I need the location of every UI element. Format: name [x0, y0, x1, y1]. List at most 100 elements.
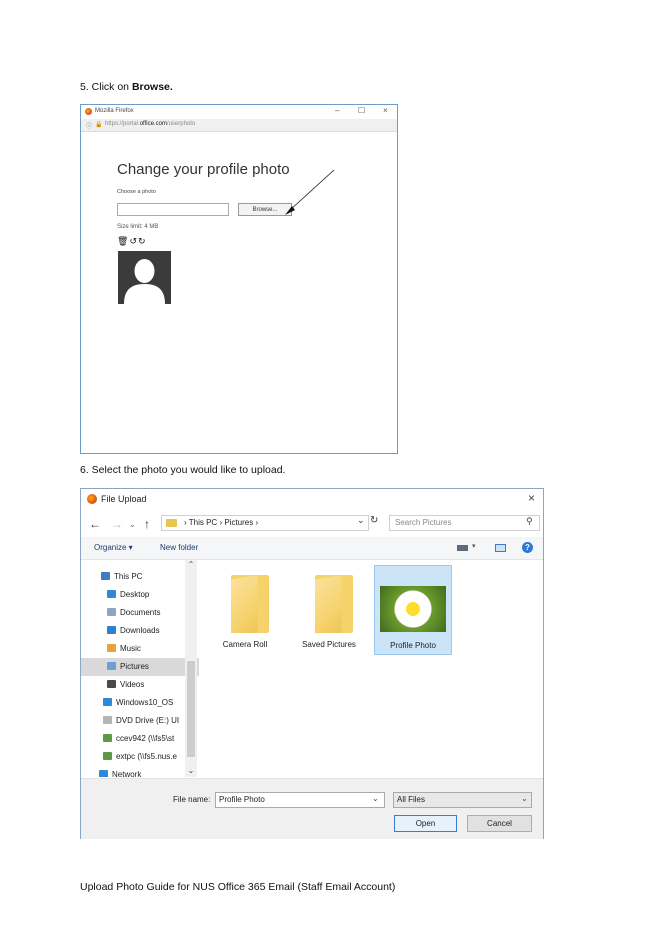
step-6-instruction: 6. Select the photo you would like to up… — [80, 464, 286, 476]
open-button[interactable]: Open — [394, 815, 457, 832]
network-drive-icon — [103, 752, 112, 760]
dvd-icon — [103, 716, 112, 724]
change-view-icon[interactable] — [457, 545, 468, 551]
tree-item-label: Desktop — [120, 590, 150, 599]
file-tile[interactable]: Saved Pictures — [290, 565, 368, 655]
tree-item[interactable]: Pictures — [81, 658, 199, 676]
pictures-icon — [107, 662, 116, 670]
drive-icon — [103, 698, 112, 706]
photo-thumbnail — [380, 586, 446, 632]
tree-item[interactable]: DVD Drive (E:) UI — [81, 712, 199, 730]
tree-item[interactable]: Videos — [81, 676, 199, 694]
folder-icon — [231, 575, 269, 633]
refresh-icon[interactable]: ↻ — [370, 515, 378, 526]
breadcrumb-this-pc[interactable]: This PC — [189, 518, 217, 527]
firefox-logo-icon — [87, 494, 97, 504]
photo-path-input[interactable] — [117, 203, 229, 216]
file-name-input[interactable]: Profile Photo — [215, 792, 385, 808]
organize-menu[interactable]: Organize ▾ — [94, 543, 133, 552]
dialog-title: File Upload — [101, 494, 147, 504]
tree-item-label: Windows10_OS — [116, 698, 174, 707]
computer-icon — [101, 572, 110, 580]
photo-tools[interactable]: 🗑↺↻ — [117, 236, 147, 247]
new-folder-button[interactable]: New folder — [160, 543, 198, 552]
view-dropdown-icon[interactable]: ▾ — [472, 542, 476, 550]
tree-item[interactable]: Music — [81, 640, 199, 658]
cancel-button[interactable]: Cancel — [467, 815, 532, 832]
back-icon[interactable]: ← — [89, 517, 101, 531]
breadcrumb-sep-icon: › — [219, 518, 223, 527]
firefox-logo-icon — [85, 108, 92, 115]
help-icon[interactable]: ? — [522, 542, 533, 553]
tree-item[interactable]: Desktop — [81, 586, 199, 604]
tree-item[interactable]: Network — [81, 766, 199, 777]
rotate-left-icon[interactable]: ↺ — [129, 236, 138, 246]
network-drive-icon — [103, 734, 112, 742]
desktop-icon — [107, 590, 116, 598]
url-text[interactable]: https://portal.office.com/userphoto — [105, 121, 195, 127]
tree-item[interactable]: Windows10_OS — [81, 694, 199, 712]
address-dropdown-icon[interactable]: ⌄ — [357, 515, 365, 526]
step-5-instruction: 5. Click on Browse. — [80, 81, 173, 93]
tree-item-label: ccev942 (\\fs5\st — [116, 734, 175, 743]
avatar-placeholder — [118, 251, 171, 304]
file-type-select[interactable]: All Files — [393, 792, 532, 808]
file-label: Profile Photo — [390, 641, 436, 650]
tree-item[interactable]: extpc (\\fs5.nus.e — [81, 748, 199, 766]
tree-item-label: Documents — [120, 608, 161, 617]
recent-chevron-icon[interactable]: ⌄ — [129, 520, 136, 529]
document-footer: Upload Photo Guide for NUS Office 365 Em… — [80, 881, 396, 893]
file-label: Saved Pictures — [302, 640, 356, 649]
tree-item-label: extpc (\\fs5.nus.e — [116, 752, 177, 761]
tree-item[interactable]: This PC — [81, 568, 199, 586]
tree-item[interactable]: Documents — [81, 604, 199, 622]
info-icon[interactable]: ⓘ — [86, 121, 92, 130]
dialog-footer: File name: Profile Photo ⌄ All Files ⌄ O… — [81, 778, 543, 839]
tree-item-label: Network — [112, 770, 142, 777]
file-tile[interactable]: Camera Roll — [206, 565, 284, 655]
tree-item-label: This PC — [114, 572, 143, 581]
search-icon[interactable]: ⚲ — [526, 516, 533, 527]
folder-icon — [315, 575, 353, 633]
firefox-titlebar: Mozilla Firefox – ☐ × — [81, 105, 397, 119]
preview-pane-icon[interactable] — [495, 544, 506, 552]
minimize-icon[interactable]: – — [335, 106, 339, 115]
file-tile[interactable]: Profile Photo — [374, 565, 452, 655]
up-icon[interactable]: ↑ — [144, 517, 150, 531]
choose-photo-label: Choose a photo — [117, 189, 156, 195]
close-icon[interactable]: × — [528, 491, 535, 505]
navigation-tree: This PC Desktop Documents Downloads Music Pic… — [81, 560, 199, 777]
maximize-icon[interactable]: ☐ — [358, 106, 365, 115]
step-5-bold: Browse. — [131, 81, 173, 93]
size-limit-text: Size limit: 4 MB — [117, 224, 159, 230]
scroll-down-icon[interactable]: ⌄ — [185, 766, 197, 775]
rotate-right-icon[interactable]: ↻ — [138, 236, 147, 246]
url-bar[interactable]: ⓘ 🔒 https://portal.office.com/userphoto — [81, 119, 397, 132]
pictures-folder-icon — [166, 519, 177, 527]
file-label: Camera Roll — [222, 640, 268, 649]
file-list: Camera Roll Saved Pictures Profile Photo — [200, 560, 543, 778]
documents-icon — [107, 608, 116, 616]
page-title: Change your profile photo — [117, 161, 290, 178]
forward-icon[interactable]: → — [111, 517, 123, 531]
delete-icon[interactable]: 🗑 — [117, 236, 129, 246]
step-5-prefix: 5. Click on — [80, 81, 132, 93]
videos-icon — [107, 680, 116, 688]
downloads-icon — [107, 626, 116, 634]
file-name-dropdown-icon[interactable]: ⌄ — [372, 794, 379, 803]
lock-icon: 🔒 — [95, 122, 103, 128]
close-icon[interactable]: × — [383, 106, 388, 115]
search-input[interactable]: Search Pictures — [389, 515, 540, 531]
tree-scroll-thumb[interactable] — [187, 661, 195, 757]
command-bar: Organize ▾ New folder ▾ ? — [81, 537, 543, 560]
annotation-arrow-icon — [285, 169, 335, 215]
tree-item[interactable]: ccev942 (\\fs5\st — [81, 730, 199, 748]
network-icon — [99, 770, 108, 777]
file-type-dropdown-icon[interactable]: ⌄ — [521, 794, 528, 803]
tree-item-label: DVD Drive (E:) UI — [116, 716, 180, 725]
breadcrumb-pictures[interactable]: Pictures — [224, 518, 253, 527]
breadcrumb-sep-icon: › — [255, 518, 259, 527]
tree-item[interactable]: Downloads — [81, 622, 199, 640]
address-bar[interactable]: › This PC › Pictures › — [161, 515, 369, 531]
scroll-up-icon[interactable]: ⌃ — [185, 560, 197, 569]
